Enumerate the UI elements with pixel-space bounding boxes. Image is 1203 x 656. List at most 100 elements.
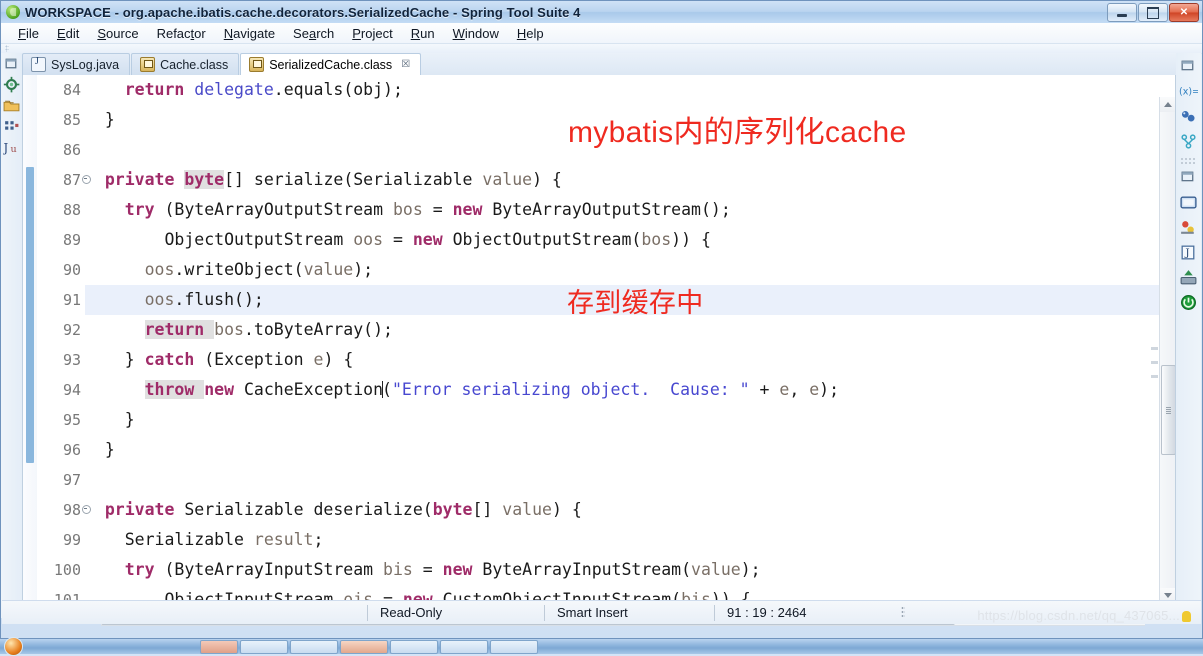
boot-dashboard-icon[interactable]: (x)= — [1179, 82, 1198, 101]
progress-icon[interactable] — [1179, 293, 1198, 312]
tab-syslog-java[interactable]: SysLog.java — [22, 53, 131, 75]
menu-refactor[interactable]: Refactor — [148, 24, 215, 43]
tab-cache-class[interactable]: Cache.class — [131, 53, 240, 75]
watermark-text: https://blog.csdn.net/qq_437065... — [977, 608, 1180, 623]
line-number: 93 — [62, 351, 81, 369]
outline-icon[interactable] — [3, 118, 20, 135]
javadoc-icon[interactable]: J — [1179, 243, 1198, 262]
junit-icon[interactable]: J u — [3, 139, 20, 156]
code-viewport[interactable]: 8485868788899091929394959697989910010110… — [22, 75, 1176, 618]
problems-icon[interactable] — [1179, 218, 1198, 237]
minimize-button[interactable] — [1107, 3, 1137, 22]
git-repositories-icon[interactable] — [1179, 132, 1198, 151]
package-explorer-icon[interactable] — [3, 76, 20, 93]
spring-beans-icon[interactable] — [1179, 107, 1198, 126]
code-line[interactable]: } catch (Exception e) { — [85, 345, 1175, 375]
maximize-icon — [1147, 6, 1159, 19]
overview-marker — [1151, 347, 1158, 350]
taskbar-item[interactable] — [490, 640, 538, 654]
line-number: 87 — [37, 165, 91, 195]
vertical-scroll-thumb[interactable] — [1161, 365, 1175, 455]
window-controls: ✕ — [1107, 3, 1199, 22]
menu-run[interactable]: Run — [402, 24, 444, 43]
status-read-only: Read-Only — [380, 605, 443, 620]
taskbar-item[interactable] — [340, 640, 388, 654]
code-line[interactable]: } — [85, 405, 1175, 435]
menu-source[interactable]: Source — [88, 24, 147, 43]
code-line[interactable]: ObjectOutputStream oos = new ObjectOutpu… — [85, 225, 1175, 255]
close-icon[interactable]: ☒ — [401, 59, 410, 70]
line-number: 92 — [62, 321, 81, 339]
menu-file[interactable]: File — [9, 24, 48, 43]
tab-label: SysLog.java — [51, 57, 120, 72]
toolbar-drag-handle[interactable] — [5, 45, 9, 52]
tab-serializedcache-class[interactable]: SerializedCache.class ☒ — [240, 53, 422, 75]
line-number: 98 — [37, 495, 91, 525]
line-number: 88 — [62, 201, 81, 219]
code-line[interactable]: private byte[] serialize(Serializable va… — [85, 165, 1175, 195]
code-line[interactable] — [85, 465, 1175, 495]
console-icon[interactable] — [1179, 193, 1198, 212]
line-number: 84 — [62, 81, 81, 99]
tab-label: Cache.class — [160, 57, 229, 72]
watermark: https://blog.csdn.net/qq_437065... — [977, 608, 1191, 623]
close-button[interactable]: ✕ — [1169, 3, 1199, 22]
vertical-scrollbar[interactable] — [1159, 97, 1175, 603]
minimize-icon — [1117, 13, 1127, 17]
code-line[interactable]: private Serializable deserialize(byte[] … — [85, 495, 1175, 525]
screen: WORKSPACE - org.apache.ibatis.cache.deco… — [0, 0, 1203, 656]
restore-perspective-icon[interactable] — [3, 55, 20, 72]
project-explorer-icon[interactable] — [3, 97, 20, 114]
code-line[interactable]: } — [85, 435, 1175, 465]
taskbar-item[interactable] — [290, 640, 338, 654]
line-number: 97 — [62, 471, 81, 489]
tab-label: SerializedCache.class — [269, 57, 393, 72]
line-number: 100 — [53, 561, 81, 579]
svg-text:u: u — [10, 144, 16, 155]
menu-window[interactable]: Window — [444, 24, 508, 43]
java-file-icon — [31, 56, 46, 72]
line-number: 90 — [62, 261, 81, 279]
title-bar: WORKSPACE - org.apache.ibatis.cache.deco… — [1, 1, 1202, 24]
taskbar-item[interactable] — [440, 640, 488, 654]
code-line[interactable]: return delegate.equals(obj); — [85, 75, 1175, 105]
maximize-button[interactable] — [1138, 3, 1168, 22]
status-insert-mode[interactable]: Smart Insert — [545, 604, 714, 621]
taskbar-item[interactable] — [240, 640, 288, 654]
sts-leaf-icon — [6, 5, 20, 19]
svg-text:J: J — [1184, 247, 1189, 259]
menu-edit[interactable]: Edit — [48, 24, 88, 43]
overview-marker — [1151, 361, 1158, 364]
editor-gutter[interactable] — [23, 75, 38, 617]
menu-project[interactable]: Project — [343, 24, 401, 43]
code-line[interactable]: try (ByteArrayInputStream bis = new Byte… — [85, 555, 1175, 585]
code-line[interactable]: throw new CacheException("Error serializ… — [85, 375, 1175, 405]
chevron-up-icon — [1163, 102, 1172, 107]
taskbar-item[interactable] — [200, 640, 238, 654]
status-bar: Read-Only Smart Insert 91 : 19 : 2464 ht… — [2, 600, 1201, 624]
os-taskbar — [0, 637, 1203, 656]
taskbar-item[interactable] — [390, 640, 438, 654]
annotation-mybatis-cache: mybatis内的序列化cache — [568, 116, 907, 149]
lightbulb-icon — [1182, 611, 1191, 622]
status-cursor-position: 91 : 19 : 2464 — [727, 605, 807, 620]
start-button-icon[interactable] — [4, 637, 23, 656]
line-number: 99 — [62, 531, 81, 549]
rail-separator — [1180, 157, 1197, 164]
menu-navigate[interactable]: Navigate — [215, 24, 284, 43]
minimize-view-icon[interactable] — [1179, 57, 1198, 76]
line-number: 94 — [62, 381, 81, 399]
menu-help[interactable]: Help — [508, 24, 553, 43]
code-line[interactable]: Serializable result; — [85, 525, 1175, 555]
line-number: 96 — [62, 441, 81, 459]
left-view-rail: J u — [1, 53, 23, 618]
line-number: 95 — [62, 411, 81, 429]
right-view-rail: (x)= J — [1175, 53, 1201, 618]
code-line[interactable]: try (ByteArrayOutputStream bos = new Byt… — [85, 195, 1175, 225]
source-code[interactable]: return delegate.equals(obj); } private b… — [85, 75, 1175, 617]
status-resize-grip[interactable] — [901, 606, 905, 619]
menu-search[interactable]: Search — [284, 24, 343, 43]
scroll-up-button[interactable] — [1160, 97, 1175, 112]
restore-icon[interactable] — [1179, 168, 1198, 187]
terminal-icon[interactable] — [1179, 268, 1198, 287]
